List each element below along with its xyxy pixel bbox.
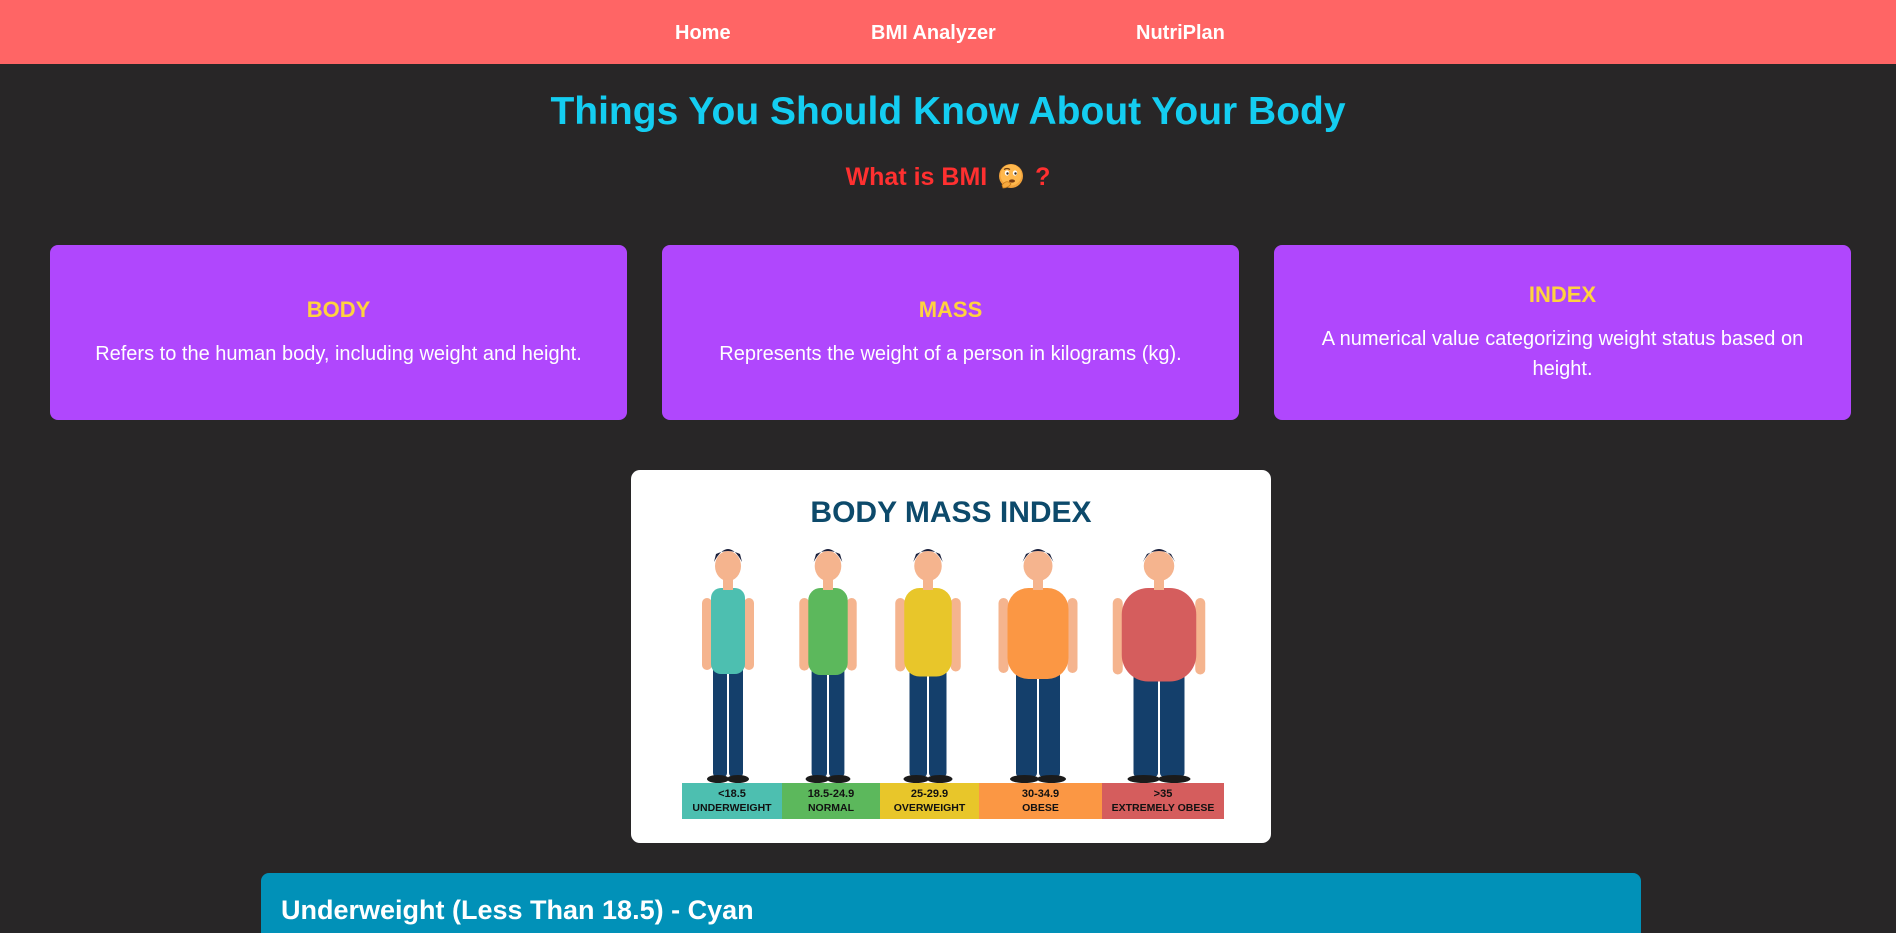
card-body: BODY Refers to the human body, including… [50,245,627,420]
bmi-legend-range-5: >35 [1154,788,1173,800]
bmi-figure-5 [1112,549,1206,783]
bmi-figure-2 [799,549,857,783]
bmi-legend-label-5: EXTREMELY OBESE [1112,802,1215,814]
bmi-figure-1 [702,549,754,783]
underweight-info-panel: Underweight (Less Than 18.5) - Cyan [261,873,1641,933]
card-title: MASS [918,296,983,322]
bmi-figure-3 [895,549,961,783]
bmi-legend-label-2: NORMAL [808,802,855,814]
card-description: A numerical value categorizing weight st… [1321,327,1804,380]
bmi-illustration-graphic: BODY MASS INDEX <18.5 UNDERWEIGHT 18.5-24.… [682,496,1224,819]
nav-link-bmi-analyzer[interactable]: BMI Analyzer [871,21,996,45]
nav-link-nutriplan[interactable]: NutriPlan [1136,21,1225,45]
thinking-face-icon [999,164,1024,189]
card-title: INDEX [1528,281,1597,307]
page-title: Things You Should Know About Your Body [550,90,1346,133]
bmi-illustration-title: BODY MASS INDEX [810,496,1091,529]
bmi-legend-label-4: OBESE [1022,802,1059,814]
bmi-legend-label-1: UNDERWEIGHT [692,802,772,814]
bmi-legend-label-3: OVERWEIGHT [894,802,966,814]
bmi-question-heading: What is BMI ? [0,161,1896,193]
card-index: INDEX A numerical value categorizing wei… [1274,245,1851,420]
bmi-illustration: BODY MASS INDEX <18.5 UNDERWEIGHT 18.5-24.… [631,470,1271,843]
card-description: Refers to the human body, including weig… [95,342,582,365]
nav-link-home[interactable]: Home [675,21,731,45]
bmi-legend-range-1: <18.5 [718,788,746,800]
subtitle-question-mark: ? [1035,163,1051,191]
card-description: Represents the weight of a person in kil… [719,342,1182,365]
top-navbar: Home BMI Analyzer NutriPlan [0,0,1896,64]
bmi-legend-range-3: 25-29.9 [911,788,948,800]
bmi-legend-range-2: 18.5-24.9 [808,788,854,800]
card-mass: MASS Represents the weight of a person i… [662,245,1239,420]
subtitle-text: What is BMI [845,163,988,191]
bmi-figure-4 [998,549,1078,783]
card-title: BODY [306,296,371,322]
info-heading: Underweight (Less Than 18.5) - Cyan [281,895,754,925]
bmi-legend-range-4: 30-34.9 [1022,788,1059,800]
